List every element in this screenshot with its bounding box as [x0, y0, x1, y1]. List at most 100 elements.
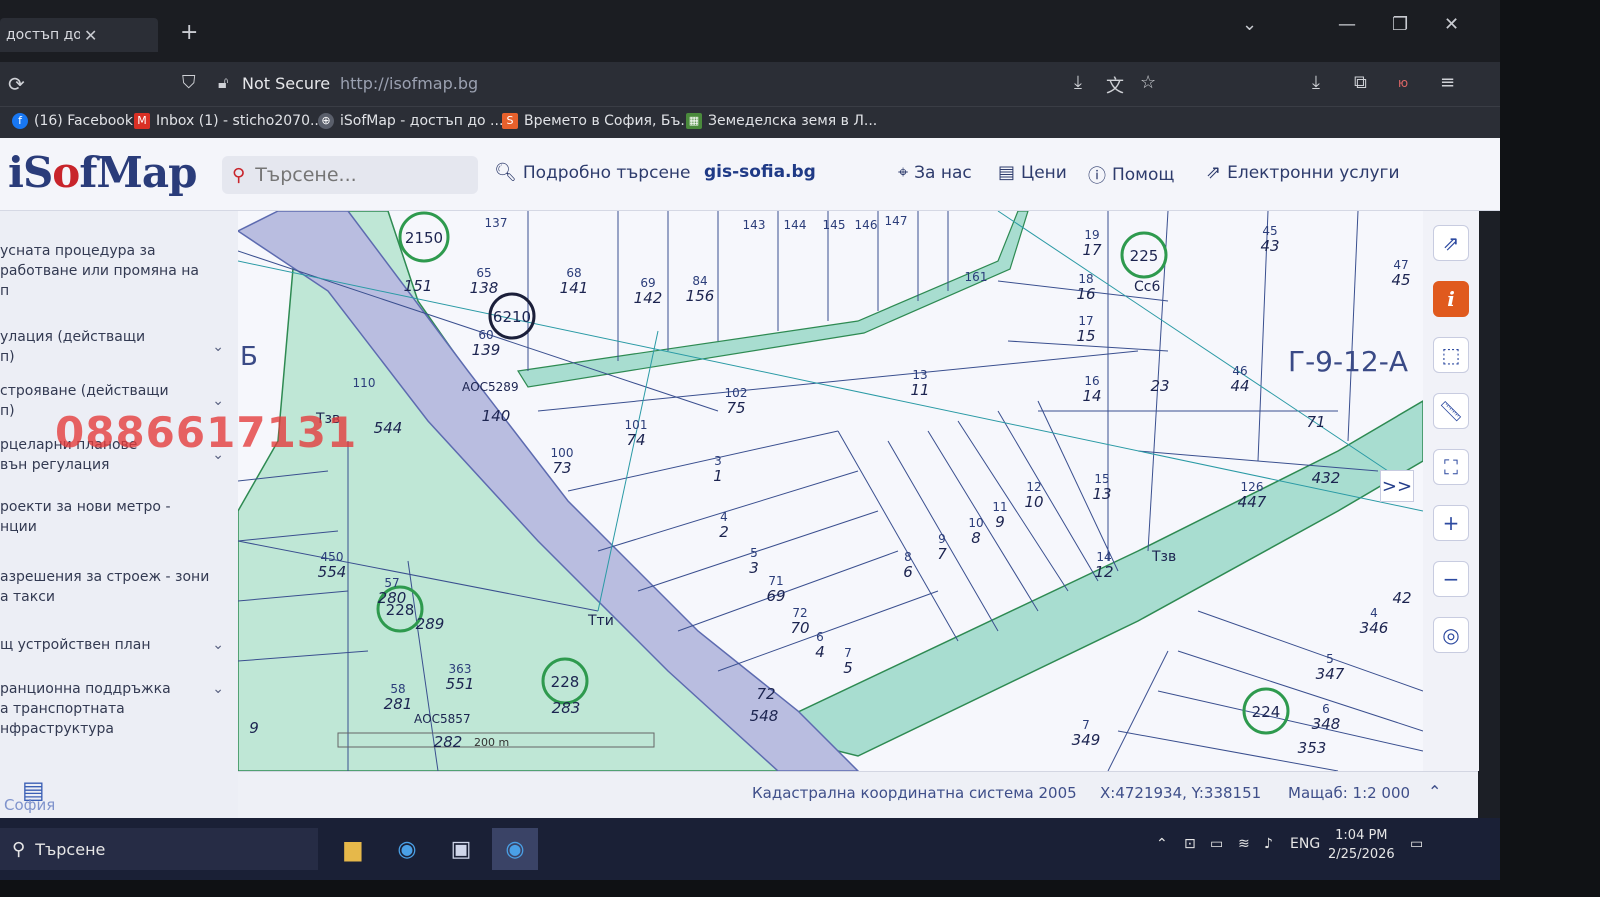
cadastral-map[interactable]: 200 m 2150 6210 225 228 228 224 Г-9-12-А… [238, 211, 1423, 771]
select-area-icon[interactable]: ⬚ [1433, 337, 1469, 373]
parcel-plot-number: 141 [560, 279, 589, 297]
parcel-plot-number: 140 [482, 407, 511, 425]
map-status-bar: Кадастрална координатна система 2005 X:4… [238, 771, 1478, 818]
sidebar-item-general-plan[interactable]: щ устройствен план ⌄ [0, 635, 230, 655]
isofmap-logo[interactable]: iSofMap [8, 148, 197, 197]
svg-text:224: 224 [1252, 703, 1281, 721]
weather-site-icon: S [502, 113, 518, 129]
notifications-icon[interactable]: ▭ [1410, 836, 1423, 852]
parcel-cadastral-number: 9 [938, 532, 946, 546]
bookmark-facebook[interactable]: f (16) Facebook [12, 113, 133, 129]
parcel-cadastral-number: 161 [965, 270, 988, 284]
zoom-in-icon[interactable]: + [1433, 505, 1469, 541]
downloads-icon[interactable]: ⤓ [1312, 72, 1320, 93]
parcel-plot-number: 280 [378, 589, 407, 607]
locate-icon[interactable]: ◎ [1433, 617, 1469, 653]
close-icon[interactable]: ✕ [84, 26, 158, 45]
sidebar-item-regulation[interactable]: улация (действащи п) ⌄ [0, 327, 230, 367]
parcel-plot-number: 283 [552, 699, 581, 717]
parcel-plot-number: 11 [910, 381, 929, 399]
zoom-out-icon[interactable]: − [1433, 561, 1469, 597]
browser-navbar: ⟳ ⛉ 🔓︎ Not Secure http://isofmap.bg ⤓ 文 … [0, 62, 1500, 106]
active-browser-icon[interactable]: ◉ [492, 828, 538, 870]
ruler-icon[interactable]: 📏︎ [1433, 393, 1469, 429]
wifi-icon[interactable]: ≋ [1238, 836, 1250, 852]
extensions-icon[interactable]: ⧉ [1354, 72, 1367, 93]
extension-badge-icon[interactable]: ю [1398, 76, 1408, 90]
svg-text:АОС5857: АОС5857 [414, 712, 471, 726]
parcel-cadastral-number: 7 [1082, 718, 1090, 732]
close-window-icon[interactable]: ✕ [1444, 14, 1459, 35]
sidebar-item-transport[interactable]: ранционна поддръжка а транспортната нфра… [0, 679, 230, 739]
taskbar-search[interactable]: ⚲ Търсене [0, 828, 318, 870]
parcel-plot-number: 74 [626, 431, 645, 449]
sidebar-item-permits[interactable]: азрешения за строеж - зони а такси [0, 567, 230, 607]
parcel-plot-number: 5 [843, 659, 853, 677]
price-list-icon: ▤ [998, 162, 1016, 183]
tab-list-chevron-icon[interactable]: ⌄ [1242, 14, 1257, 35]
parcel-plot-number: 138 [470, 279, 499, 297]
monitor-bezel-right [1500, 0, 1600, 897]
gmail-icon: M [134, 113, 150, 129]
menu-icon[interactable]: ≡ [1440, 72, 1455, 93]
meet-now-icon[interactable]: ⊡ [1184, 836, 1196, 852]
gis-sofia-link[interactable]: gis-sofia.bg [704, 162, 816, 182]
browser-app-icon[interactable]: ◉ [384, 828, 430, 870]
reload-icon[interactable]: ⟳ [8, 72, 25, 96]
save-page-icon[interactable]: ⤓ [1074, 72, 1082, 93]
taskbar-clock[interactable]: 1:04 PM 2/25/2026 [1328, 826, 1395, 864]
browser-tab-strip: достъп до цифрови ✕ + ⌄ — ❐ ✕ [0, 0, 1500, 62]
bookmark-land[interactable]: ▦ Земеделска земя в Л... [686, 113, 877, 129]
remote-app-icon[interactable]: ▣ [438, 828, 484, 870]
chevron-down-icon: ⌄ [212, 637, 224, 653]
parcel-cadastral-number: 11 [992, 500, 1007, 514]
sidebar-item-procedure[interactable]: усната процедура за работване или промян… [0, 241, 230, 301]
parcel-plot-number: 349 [1072, 731, 1101, 749]
new-tab-button[interactable]: + [180, 20, 198, 45]
advanced-search-link[interactable]: 🔍︎ Подробно търсене [494, 162, 690, 183]
chevron-up-icon[interactable]: ⌃ [1428, 782, 1441, 801]
parcel-cadastral-number: 14 [1096, 550, 1111, 564]
parcel-cadastral-number: 4 [1370, 606, 1378, 620]
parcel-cadastral-number: 13 [912, 368, 927, 382]
bookmark-star-icon[interactable]: ☆ [1140, 72, 1156, 93]
location-pin-icon: ⌖ [898, 162, 909, 183]
bookmark-weather[interactable]: S Времето в София, Бъ... [502, 113, 694, 129]
svg-text:6210: 6210 [493, 308, 531, 326]
language-indicator[interactable]: ENG [1290, 836, 1320, 852]
fullscreen-icon[interactable]: ⛶ [1433, 449, 1469, 485]
expand-panel-button[interactable]: >> [1380, 470, 1414, 502]
battery-icon[interactable]: ▭ [1210, 836, 1223, 852]
volume-icon[interactable]: ♪ [1264, 836, 1273, 852]
svg-text:2150: 2150 [405, 229, 443, 247]
facebook-icon: f [12, 113, 28, 129]
nav-help[interactable]: ⓘ Помощ [1088, 162, 1174, 188]
browser-tab[interactable]: достъп до цифрови ✕ [0, 18, 158, 52]
nav-about[interactable]: ⌖ За нас [898, 162, 972, 183]
search-input[interactable] [253, 163, 458, 187]
parcel-cadastral-number: 137 [485, 216, 508, 230]
parcel-plot-number: 15 [1076, 327, 1095, 345]
search-box[interactable]: ⚲ [222, 156, 478, 194]
bookmark-isofmap[interactable]: ⊕ iSofMap - достъп до ... [318, 113, 503, 129]
nav-e-services[interactable]: ⇗ Електронни услуги [1206, 162, 1400, 183]
bookmark-gmail[interactable]: M Inbox (1) - sticho2070... [134, 113, 323, 129]
map-canvas[interactable]: 200 m 2150 6210 225 228 228 224 Г-9-12-А… [238, 211, 1423, 771]
globe-icon: ⊕ [318, 113, 334, 129]
nav-prices[interactable]: ▤ Цени [998, 162, 1067, 183]
sidebar-item-metro[interactable]: роекти за нови метро - нции [0, 497, 230, 537]
info-icon[interactable]: i [1433, 281, 1469, 317]
open-external-icon[interactable]: ⇗ [1433, 225, 1469, 261]
file-explorer-icon[interactable]: ▆ [330, 828, 376, 870]
security-label[interactable]: Not Secure [242, 74, 330, 93]
tray-chevron-icon[interactable]: ⌃ [1156, 836, 1168, 852]
scale-bar-label: 200 m [474, 736, 509, 749]
address-bar[interactable]: http://isofmap.bg [340, 74, 478, 93]
parcel-plot-number: 447 [1238, 493, 1267, 511]
shield-icon[interactable]: ⛉ [182, 72, 196, 93]
translate-icon[interactable]: 文 [1106, 72, 1124, 98]
minimize-icon[interactable]: — [1338, 14, 1356, 35]
unlocked-icon[interactable]: 🔓︎ [218, 73, 228, 93]
bookmarks-bar: f (16) Facebook M Inbox (1) - sticho2070… [0, 106, 1500, 139]
restore-icon[interactable]: ❐ [1392, 14, 1408, 35]
